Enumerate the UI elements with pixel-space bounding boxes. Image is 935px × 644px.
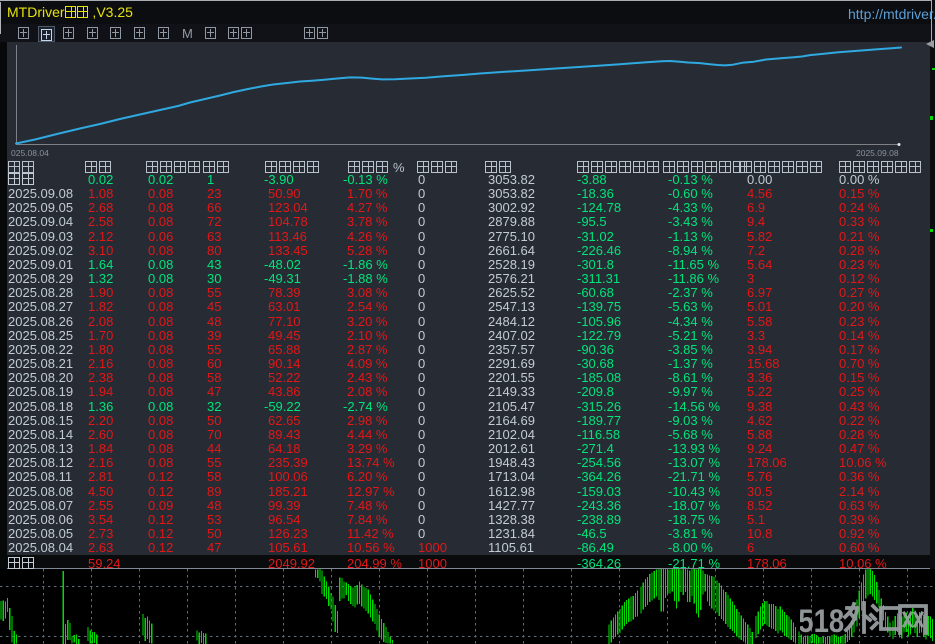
svg-text:518: 518 <box>800 604 844 639</box>
